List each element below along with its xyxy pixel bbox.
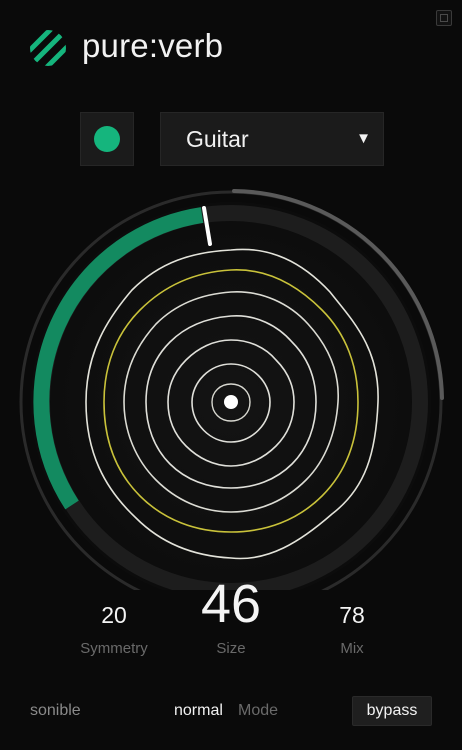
triangle-down-icon: ▼	[356, 130, 371, 147]
active-indicator-icon	[94, 126, 120, 152]
sonible-brand[interactable]: sonible	[30, 702, 81, 720]
symmetry-label: Symmetry	[80, 640, 148, 657]
plugin-active-toggle[interactable]	[80, 112, 134, 166]
symmetry-value[interactable]: 20	[74, 600, 154, 630]
bypass-button[interactable]: bypass	[352, 696, 432, 726]
app-title: pure:verb	[82, 27, 224, 64]
mix-value[interactable]: 78	[312, 600, 392, 630]
size-value[interactable]: 46	[181, 574, 281, 634]
plugin-window: pure:verb Guitar ▼ 20 46 78 Symmetry Siz…	[0, 0, 462, 750]
center-dot[interactable]	[224, 395, 238, 409]
window-resize-button[interactable]	[436, 10, 452, 26]
mode-label: Mode	[238, 702, 279, 719]
mode-selector[interactable]: normal	[174, 702, 223, 720]
reverb-visualizer[interactable]	[0, 170, 462, 590]
preset-dropdown[interactable]: Guitar ▼	[160, 112, 384, 166]
preset-dropdown-value: Guitar	[186, 126, 249, 152]
mix-label: Mix	[340, 640, 364, 657]
pure-verb-logo-icon	[30, 30, 66, 66]
size-label: Size	[216, 640, 246, 657]
